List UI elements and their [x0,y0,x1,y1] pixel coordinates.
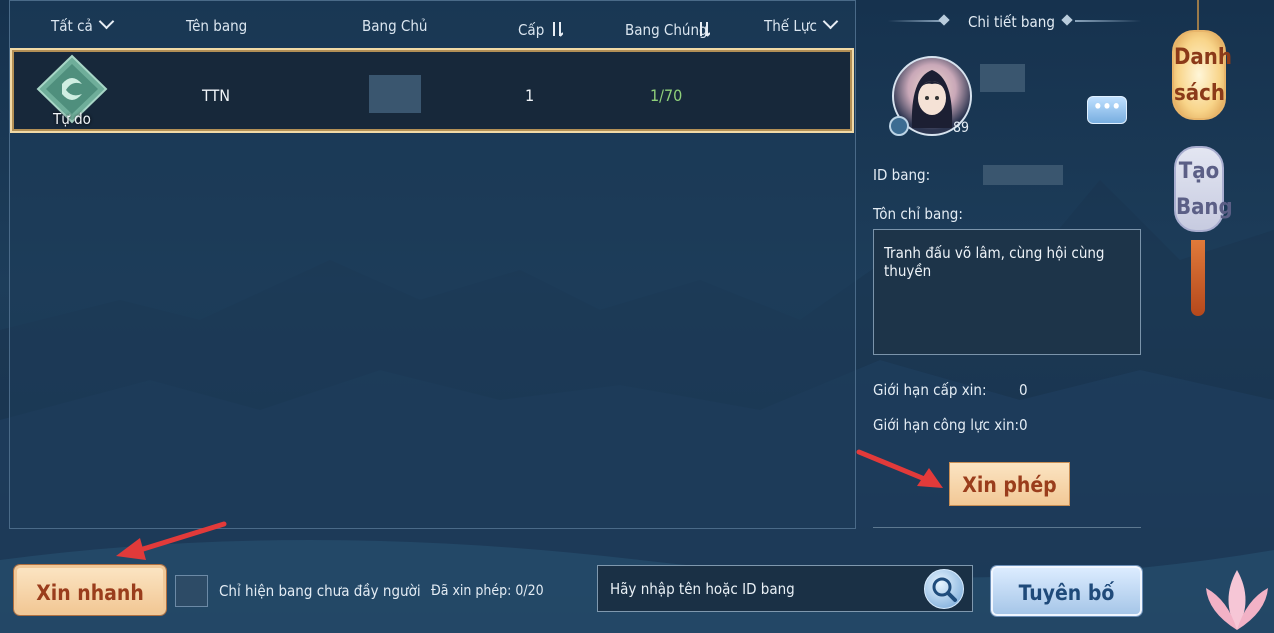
guild-motto-text: Tranh đấu võ lâm, cùng hội cùng thuyền [884,244,1105,280]
search-placeholder: Hãy nhập tên hoặc ID bang [610,580,795,598]
guild-name: TTN [202,86,231,105]
guild-id-redacted [983,165,1063,185]
search-icon [932,577,957,602]
annotation-arrow-icon [116,521,227,560]
table-row[interactable]: Tự do TTN 1 1/70 [10,48,854,133]
column-members-label: Bang Chúng [625,21,708,39]
tab-guild-list-label-2: sách [1174,81,1225,106]
apply-button[interactable]: Xin phép [949,462,1070,506]
tab-guild-list[interactable]: Danh sách [1172,30,1232,120]
title-divider-left [888,20,942,22]
chevron-down-icon [98,13,115,30]
tab-create-guild-label-2: Bang [1176,195,1233,220]
level-limit-label: Giới hạn cấp xin: [873,381,987,399]
tab-guild-list-label-1: Danh [1174,45,1232,70]
search-button[interactable] [924,569,964,609]
quick-apply-button[interactable]: Xin nhanh [14,565,166,615]
column-level[interactable]: Cấp [518,17,563,39]
guild-list-header: Tất cả Tên bang Bang Chủ Cấp Bang Chúng … [9,6,856,46]
class-badge-icon [889,116,909,136]
declare-button[interactable]: Tuyên bố [991,566,1142,616]
column-level-label: Cấp [518,21,545,39]
filter-faction-dropdown[interactable]: Thế Lực [764,13,839,35]
column-guild-name: Tên bang [186,17,248,35]
lantern-tassel [1191,240,1205,316]
power-limit-label: Giới hạn công lực xin: [873,416,1020,434]
guild-level: 1 [525,86,535,105]
guild-motto-label: Tôn chỉ bang: [873,205,963,223]
details-divider [873,527,1141,528]
filter-all-dropdown[interactable]: Tất cả [51,13,115,35]
guild-type-label: Tự do [53,110,91,128]
column-guild-leader: Bang Chủ [362,17,428,35]
guild-id-label: ID bang: [873,166,931,184]
title-divider-right [1075,20,1141,22]
chat-bubble-icon[interactable]: ••• [1087,96,1127,124]
guild-search-input[interactable]: Hãy nhập tên hoặc ID bang [597,565,973,612]
lotus-decoration-icon [1206,570,1268,630]
power-limit-value: 0 [1019,416,1028,434]
filter-not-full-label: Chỉ hiện bang chưa đầy người [219,582,421,600]
filter-all-label: Tất cả [51,17,93,35]
filter-faction-label: Thế Lực [764,17,817,35]
guild-members: 1/70 [650,86,683,105]
filter-not-full-checkbox[interactable] [175,575,208,607]
leader-name-redacted [980,64,1025,92]
tab-create-guild[interactable]: Tạo Bang [1174,146,1233,232]
sort-icon [699,22,710,37]
lantern-string [1197,0,1199,30]
applied-count: Đã xin phép: 0/20 [431,583,544,599]
guild-motto-box: Tranh đấu võ lâm, cùng hội cùng thuyền [873,229,1141,355]
details-title: Chi tiết bang [968,13,1055,31]
guild-leader-redacted [369,75,421,113]
level-limit-value: 0 [1019,381,1028,399]
sort-icon [552,22,563,37]
chevron-down-icon [822,13,839,30]
tab-create-guild-label-1: Tạo [1178,159,1220,184]
annotation-arrow-icon [856,449,943,488]
avatar-level: 89 [953,120,970,136]
column-members[interactable]: Bang Chúng [625,17,710,39]
